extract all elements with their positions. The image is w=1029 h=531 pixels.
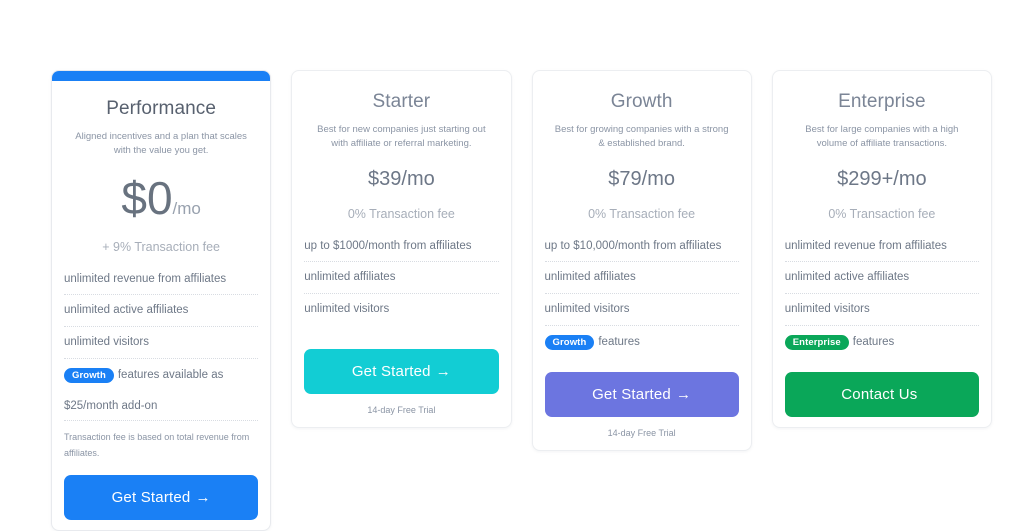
plan-description: Best for new companies just starting out… [317, 124, 486, 149]
plan-price-amount: $0 [121, 171, 173, 224]
free-trial-note: 14-day Free Trial [367, 404, 436, 415]
free-trial-note: 14-day Free Trial [607, 428, 676, 439]
feature-item: unlimited active affiliates [784, 262, 979, 295]
plan-price: $39/mo [304, 168, 498, 191]
feature-item: unlimited visitors [64, 327, 259, 359]
feature-item: unlimited visitors [784, 294, 979, 326]
plan-transaction-fee: + 9% Transaction fee [102, 239, 221, 254]
feature-item: unlimited affiliates [544, 262, 739, 295]
cta-label: Get Started [351, 362, 431, 380]
growth-badge: Growth [544, 334, 595, 351]
get-started-button[interactable]: Get Started → [544, 372, 739, 418]
plan-card-enterprise[interactable]: Enterprise Best for large companies with… [771, 70, 992, 429]
plan-card-starter[interactable]: Starter Best for new companies just star… [291, 70, 512, 428]
feature-item: unlimited active affiliates [64, 295, 259, 328]
feature-item: unlimited affiliates [304, 262, 499, 295]
arrow-right-icon: → [195, 489, 211, 507]
pricing-plans-grid: Performance Aligned incentives and a pla… [51, 70, 992, 531]
arrow-right-icon: → [675, 386, 692, 404]
feature-item: up to $1000/month from affiliates [304, 240, 499, 263]
plan-price-period: /mo [172, 198, 201, 218]
cta-label: Contact Us [841, 386, 918, 404]
get-started-button[interactable]: Get Started → [64, 475, 259, 521]
plan-transaction-fee: 0% Transaction fee [588, 206, 696, 221]
feature-item-badge-label: features [598, 335, 640, 348]
plan-footnote: Transaction fee is based on total revenu… [64, 432, 250, 458]
plan-transaction-fee: 0% Transaction fee [828, 206, 936, 221]
plan-description: Best for large companies with a high vol… [805, 124, 959, 149]
contact-us-button[interactable]: Contact Us [784, 372, 979, 418]
feature-item-badge: Growth features [544, 326, 739, 359]
get-started-button[interactable]: Get Started → [304, 348, 499, 394]
feature-item: unlimited revenue from affiliates [784, 240, 979, 263]
plan-card-growth[interactable]: Growth Best for growing companies with a… [531, 70, 752, 452]
plan-price: $299+/mo [785, 168, 979, 191]
plan-feature-list: up to $1000/month from affiliates unlimi… [304, 240, 499, 325]
plan-price-amount: $79/mo [608, 167, 675, 190]
card-top-spacer [773, 71, 991, 77]
feature-item: unlimited revenue from affiliates [64, 273, 259, 296]
plan-feature-list: unlimited revenue from affiliates unlimi… [64, 273, 259, 392]
feature-item: unlimited visitors [304, 303, 390, 316]
enterprise-badge: Enterprise [784, 334, 849, 351]
cta-label: Get Started [592, 386, 671, 404]
plan-title: Starter [372, 91, 431, 112]
card-top-spacer [292, 71, 510, 77]
feature-item-badge-label: features available as [117, 368, 224, 381]
plan-title: Growth [610, 91, 673, 112]
plan-price: $79/mo [545, 168, 739, 191]
plan-card-performance[interactable]: Performance Aligned incentives and a pla… [51, 70, 272, 531]
card-top-spacer [533, 71, 751, 77]
plan-price-amount: $299+/mo [837, 167, 927, 190]
plan-feature-list: up to $10,000/month from affiliates unli… [544, 240, 739, 359]
plan-price: $0/mo [64, 175, 258, 221]
plan-description: Best for growing companies with a strong… [554, 124, 729, 149]
feature-item: unlimited visitors [544, 294, 739, 326]
plan-transaction-fee: 0% Transaction fee [347, 206, 455, 221]
plan-title: Enterprise [838, 91, 926, 112]
plan-feature-list: unlimited revenue from affiliates unlimi… [784, 240, 979, 359]
feature-item: up to $10,000/month from affiliates [544, 240, 739, 263]
feature-item-badge: Growth features available as [64, 359, 258, 392]
plan-price-amount: $39/mo [368, 167, 435, 190]
arrow-right-icon: → [435, 362, 451, 380]
plan-addon-price: $25/month add-on [64, 391, 259, 422]
plan-description: Aligned incentives and a plan that scale… [75, 131, 247, 156]
growth-badge: Growth [64, 367, 114, 384]
plan-title: Performance [106, 98, 217, 119]
feature-item-badge-label: features [852, 335, 895, 348]
cta-label: Get Started [111, 489, 191, 507]
featured-highlight-bar [52, 71, 271, 81]
feature-item-badge: Enterprise features [784, 326, 979, 359]
